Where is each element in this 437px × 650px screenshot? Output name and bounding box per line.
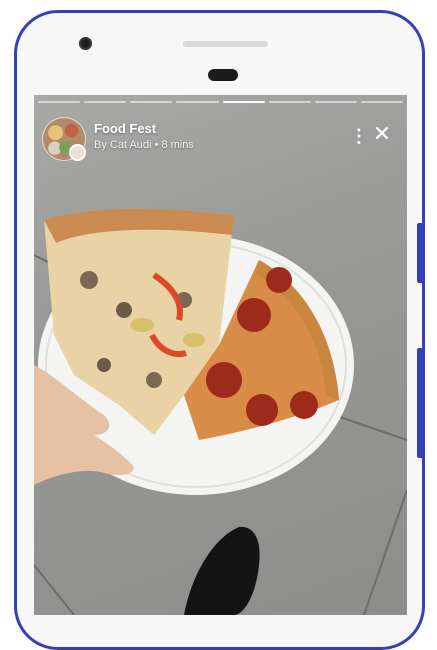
story-screen[interactable]: Food Fest By Cat Audi • 8 mins ⋮ ✕ <box>34 95 407 615</box>
mushroom <box>80 271 98 289</box>
shoe <box>184 526 260 615</box>
proximity-sensor <box>208 69 238 81</box>
floor-line <box>34 564 75 615</box>
phone-frame: Food Fest By Cat Audi • 8 mins ⋮ ✕ <box>14 10 425 650</box>
progress-segment <box>176 101 219 103</box>
close-icon[interactable]: ✕ <box>371 123 393 145</box>
floor-line <box>333 414 407 441</box>
progress-segment <box>314 101 357 103</box>
potato <box>183 333 205 347</box>
pepperoni <box>290 391 318 419</box>
progress-segment <box>38 101 81 103</box>
progress-segment <box>268 101 311 103</box>
avatar-badge-icon <box>69 144 86 161</box>
progress-segment <box>130 101 173 103</box>
power-button <box>417 348 422 458</box>
mushroom <box>97 358 111 372</box>
pepperoni <box>246 394 278 426</box>
progress-segment <box>360 101 403 103</box>
pepperoni <box>266 267 292 293</box>
front-camera <box>79 37 92 50</box>
story-progress-bar <box>38 101 403 104</box>
progress-segment <box>84 101 127 103</box>
story-photo <box>34 208 407 615</box>
mushroom <box>116 302 132 318</box>
volume-button <box>417 223 422 283</box>
progress-segment-active <box>222 101 265 103</box>
potato <box>130 318 154 332</box>
pepperoni <box>237 298 271 332</box>
speaker-grille <box>183 41 268 47</box>
more-vertical-icon[interactable]: ⋮ <box>350 125 368 147</box>
mushroom <box>146 372 162 388</box>
story-author-line: By Cat Audi • 8 mins <box>94 139 194 151</box>
floor-line <box>363 489 407 615</box>
story-header: Food Fest By Cat Audi • 8 mins ⋮ ✕ <box>42 117 399 163</box>
pepperoni <box>206 362 242 398</box>
story-title: Food Fest <box>94 121 157 136</box>
